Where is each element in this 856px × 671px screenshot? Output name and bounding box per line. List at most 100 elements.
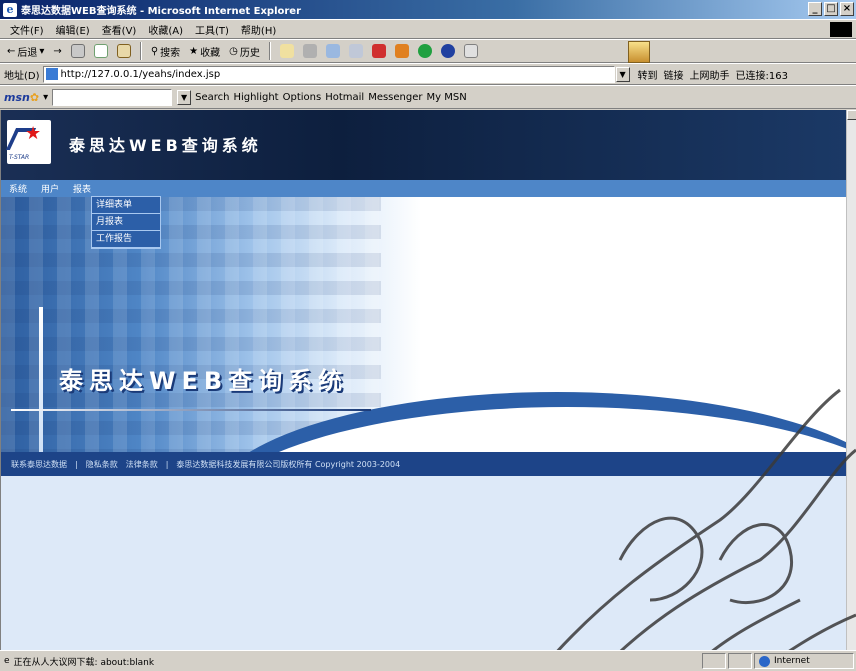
msn-messenger-button[interactable]: Messenger [368, 92, 422, 103]
nav-report[interactable]: 报表 [73, 182, 91, 195]
status-bar: e 正在从人大议网下载: about:blank Internet [0, 650, 856, 671]
zone-label: Internet [774, 656, 810, 666]
menu-file[interactable]: 文件(F) [4, 22, 50, 37]
search-label: 搜索 [160, 47, 181, 59]
menu-item-detail-form[interactable]: 详细表单 [92, 197, 160, 214]
shield-icon [371, 44, 386, 58]
toolbar-addon-icon[interactable] [628, 41, 650, 63]
history-label: 历史 [239, 47, 260, 59]
address-input[interactable]: http://127.0.0.1/yeahs/index.jsp [42, 65, 615, 83]
address-bar: 地址(D) http://127.0.0.1/yeahs/index.jsp ▼… [0, 63, 856, 85]
window-title: 泰思达数据WEB查询系统 - Microsoft Internet Explor… [21, 6, 302, 17]
go-button[interactable]: 转到 [638, 67, 658, 82]
status-text: 正在从人大议网下载: about:blank [13, 657, 155, 668]
windows-logo-icon [830, 22, 852, 37]
address-url: http://127.0.0.1/yeahs/index.jsp [60, 68, 221, 80]
address-bar-right: 转到 链接 上网助手 已连接:163 [638, 67, 788, 82]
print-icon [302, 44, 317, 58]
address-dropdown-button[interactable]: ▼ [615, 66, 630, 82]
discuss-icon [348, 44, 363, 58]
menu-favorites[interactable]: 收藏(A) [142, 22, 189, 37]
stop-button[interactable] [68, 44, 88, 58]
security-zone: Internet [754, 653, 854, 669]
page-content: ★ T-STAR 泰思达WEB查询系统 系统 用户 报表 ⇩ 泰思达WEB查询系… [0, 110, 846, 650]
refresh-icon [93, 44, 108, 58]
menu-item-work-report[interactable]: 工作报告 [92, 231, 160, 248]
window-icon [463, 44, 478, 58]
ie-window: e 泰思达数据WEB查询系统 - Microsoft Internet Expl… [0, 0, 856, 671]
my-msn-button[interactable]: My MSN [427, 92, 467, 103]
msn-toolbar: msn✿ ▾ ▼ Search Highlight Options Hotmai… [0, 85, 856, 109]
menu-view[interactable]: 查看(V) [96, 22, 143, 37]
window-controls: _ □ × [808, 2, 854, 16]
hero-underline [11, 409, 371, 411]
mail-icon [279, 44, 294, 58]
menu-edit[interactable]: 编辑(E) [50, 22, 96, 37]
footer-divider: | [75, 459, 78, 469]
favorites-icon: ★ [189, 45, 199, 57]
msn-options-button[interactable]: Options [283, 92, 322, 103]
menu-tools[interactable]: 工具(T) [189, 22, 235, 37]
edit-icon [325, 44, 340, 58]
toolbar-separator [268, 42, 271, 60]
report-dropdown-menu: 详细表单 月报表 工作报告 [91, 196, 161, 249]
stop-icon [70, 44, 85, 58]
minimize-button[interactable]: _ [808, 2, 822, 16]
tool-button-1[interactable] [369, 44, 389, 58]
msn-highlight-button[interactable]: Highlight [233, 92, 278, 103]
back-button[interactable]: ← 后退 ▾ [4, 44, 47, 59]
msn-search-button[interactable]: Search [195, 92, 229, 103]
nav-user[interactable]: 用户 [41, 182, 59, 195]
mail-button[interactable] [277, 44, 297, 58]
footer-link-privacy[interactable]: 隐私条款 [86, 459, 118, 470]
msn-search-dropdown[interactable]: ▼ [177, 89, 192, 105]
globe-icon [759, 655, 770, 667]
site-banner: ★ T-STAR 泰思达WEB查询系统 [1, 110, 846, 180]
online-helper-button[interactable]: 上网助手 [690, 67, 730, 82]
footer-copyright: 泰思达数据科技发展有限公司版权所有 Copyright 2003-2004 [176, 459, 401, 469]
history-button[interactable]: ◷ 历史 [226, 44, 263, 59]
msn-logo: msn✿ [4, 90, 40, 104]
standard-toolbar: ← 后退 ▾ → ⚲ 搜索 ★ 收藏 ◷ 历史 [0, 39, 856, 63]
hero-title: 泰思达WEB查询系统 [59, 367, 349, 395]
menu-help[interactable]: 帮助(H) [235, 22, 282, 37]
tool-button-5[interactable] [461, 44, 481, 58]
msn-search-input[interactable] [52, 88, 173, 106]
edit-button[interactable] [323, 44, 343, 58]
search-icon: ⚲ [150, 45, 159, 57]
forward-arrow-icon: → [53, 45, 62, 57]
refresh-button[interactable] [91, 44, 111, 58]
tool-button-2[interactable] [392, 44, 412, 58]
favorites-button[interactable]: ★ 收藏 [186, 44, 223, 59]
msn-hotmail-button[interactable]: Hotmail [325, 92, 364, 103]
address-label: 地址(D) [4, 70, 40, 82]
close-button[interactable]: × [840, 2, 854, 16]
discuss-button[interactable] [346, 44, 366, 58]
banner-title: 泰思达WEB查询系统 [69, 136, 262, 155]
scroll-up-button[interactable] [847, 110, 856, 120]
footer-link-contact[interactable]: 联系泰思达数据 [11, 459, 67, 470]
links-button[interactable]: 链接 [664, 67, 684, 82]
green-circle-icon [417, 44, 432, 58]
hero-tiles [1, 197, 381, 452]
footer-link-legal[interactable]: 法律条款 [126, 459, 158, 470]
chevron-down-icon: ▾ [39, 45, 45, 57]
messenger-icon [394, 44, 409, 58]
tool-button-3[interactable] [415, 44, 435, 58]
status-page-icon: e [4, 656, 10, 666]
print-button[interactable] [300, 44, 320, 58]
msn-dropdown-icon[interactable]: ▾ [43, 92, 48, 103]
tool-button-4[interactable] [438, 44, 458, 58]
home-icon [116, 44, 131, 58]
maximize-button[interactable]: □ [824, 2, 838, 16]
home-button[interactable] [114, 44, 134, 58]
menu-item-monthly-report[interactable]: 月报表 [92, 214, 160, 231]
toolbar-separator [139, 42, 142, 60]
nav-system[interactable]: 系统 [9, 182, 27, 195]
forward-button[interactable]: → [50, 46, 64, 57]
search-button[interactable]: ⚲ 搜索 [148, 44, 183, 59]
back-label: 后退 [17, 47, 38, 59]
vertical-scrollbar[interactable] [846, 110, 856, 650]
ie-icon: e [3, 2, 17, 17]
connected-status: 已连接:163 [735, 70, 788, 82]
